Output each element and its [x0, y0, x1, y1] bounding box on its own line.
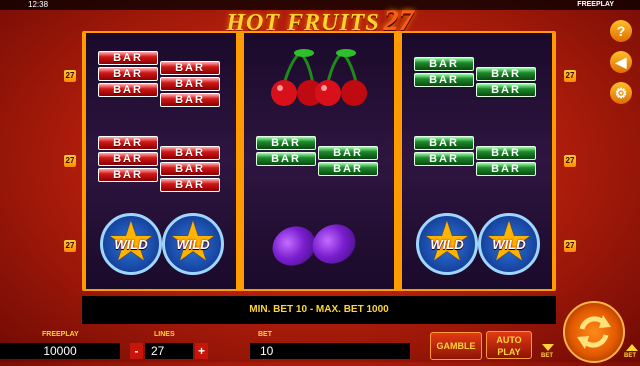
- bar-tile: BAR: [256, 152, 316, 166]
- line-indicator-left-2: 27: [64, 155, 76, 167]
- bar-tile: BAR: [318, 146, 378, 160]
- bar-tile: BAR: [318, 162, 378, 176]
- plum-icon: [306, 217, 362, 271]
- bar-tile: BAR: [476, 146, 536, 160]
- wild-badge: ★ WILD: [162, 212, 224, 275]
- lines-label: LINES: [154, 331, 175, 338]
- wild-symbol: ★ WILD ★ WILD: [86, 203, 236, 288]
- bar-tile: BAR: [414, 152, 474, 166]
- reel-frame: BAR BAR BAR BAR BAR BAR BAR BAR BAR BAR …: [82, 31, 556, 291]
- bar-stack-green-symbol: BAR BAR BAR BAR: [244, 118, 394, 203]
- lines-increase-button[interactable]: +: [195, 343, 208, 359]
- bet-info-bar: MIN. BET 10 - MAX. BET 1000: [82, 296, 556, 324]
- lines-decrease-button[interactable]: -: [130, 343, 143, 359]
- reel-1: BAR BAR BAR BAR BAR BAR BAR BAR BAR BAR …: [86, 33, 236, 289]
- bet-decrease-label: BET: [541, 353, 553, 359]
- plums-symbol: [244, 203, 394, 288]
- autoplay-label-bottom: PLAY: [497, 347, 521, 357]
- gamble-button[interactable]: GAMBLE: [430, 332, 482, 360]
- bet-label: BET: [258, 331, 272, 338]
- bar-tile: BAR: [414, 136, 474, 150]
- autoplay-button[interactable]: AUTO PLAY: [486, 331, 532, 359]
- bar-tile: BAR: [160, 162, 220, 176]
- refresh-icon: [577, 315, 611, 349]
- reel-3: BAR BAR BAR BAR BAR BAR BAR BAR ★ WILD ★ W…: [402, 33, 552, 289]
- reel-2: BAR BAR BAR BAR: [244, 33, 394, 289]
- bet-value: 10: [250, 343, 410, 359]
- bar-stack-green-symbol: BAR BAR BAR BAR: [402, 118, 552, 203]
- bar-tile: BAR: [414, 73, 474, 87]
- bet-decrease-icon[interactable]: [542, 344, 554, 351]
- cherry-icon: [271, 49, 367, 106]
- settings-icon[interactable]: ⚙: [610, 82, 632, 104]
- bar-tile: BAR: [160, 93, 220, 107]
- bar-tile: BAR: [98, 83, 158, 97]
- spin-button[interactable]: [563, 301, 625, 363]
- line-indicator-left-3: 27: [64, 240, 76, 252]
- sound-icon[interactable]: ◀: [610, 51, 632, 73]
- help-icon[interactable]: ?: [610, 20, 632, 42]
- bet-increase-label: BET: [624, 353, 636, 359]
- bar-tile: BAR: [98, 67, 158, 81]
- lines-value: 27: [145, 343, 193, 359]
- bet-increase-icon[interactable]: [626, 344, 638, 351]
- freeplay-balance: 10000: [0, 343, 120, 359]
- bar-tile: BAR: [98, 168, 158, 182]
- line-indicator-right-3: 27: [564, 240, 576, 252]
- bar-tile: BAR: [98, 51, 158, 65]
- autoplay-label-top: AUTO: [496, 335, 522, 345]
- bar-tile: BAR: [476, 162, 536, 176]
- wild-symbol: ★ WILD ★ WILD: [402, 203, 552, 288]
- wild-badge: ★ WILD: [478, 212, 540, 275]
- wild-badge: ★ WILD: [100, 212, 162, 275]
- bar-tile: BAR: [160, 178, 220, 192]
- wild-badge: ★ WILD: [416, 212, 478, 275]
- bar-stack-red-symbol: BAR BAR BAR BAR BAR BAR: [86, 118, 236, 203]
- bar-tile: BAR: [476, 67, 536, 81]
- line-indicator-left-1: 27: [64, 70, 76, 82]
- bar-tile: BAR: [160, 61, 220, 75]
- line-indicator-right-1: 27: [564, 70, 576, 82]
- bar-tile: BAR: [98, 152, 158, 166]
- bar-stack-green-symbol: BAR BAR BAR BAR: [402, 33, 552, 118]
- bar-stack-red-symbol: BAR BAR BAR BAR BAR BAR: [86, 33, 236, 118]
- bar-tile: BAR: [256, 136, 316, 150]
- bar-tile: BAR: [98, 136, 158, 150]
- bar-tile: BAR: [160, 77, 220, 91]
- cherries-symbol: [244, 33, 394, 118]
- freeplay-label: FREEPLAY: [42, 331, 79, 338]
- line-indicator-right-2: 27: [564, 155, 576, 167]
- bar-tile: BAR: [414, 57, 474, 71]
- bar-tile: BAR: [160, 146, 220, 160]
- bar-tile: BAR: [476, 83, 536, 97]
